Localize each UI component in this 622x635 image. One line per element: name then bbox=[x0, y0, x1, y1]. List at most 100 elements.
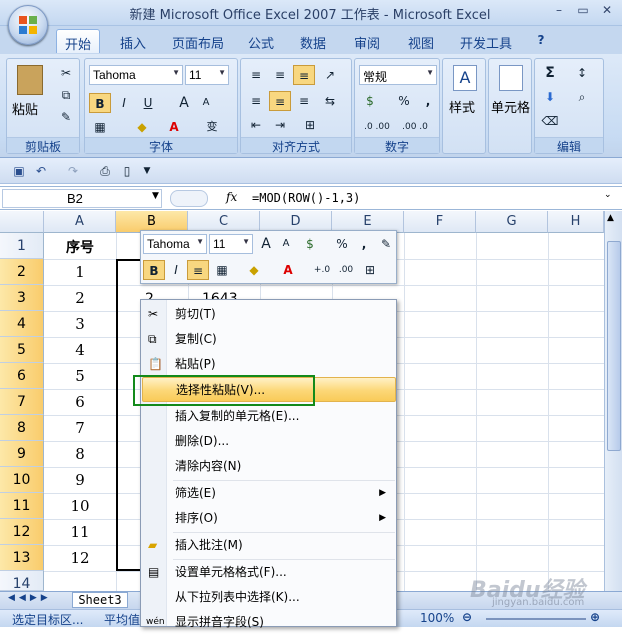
row-header[interactable]: 1 bbox=[0, 233, 44, 259]
currency-icon[interactable]: $ bbox=[299, 234, 321, 254]
menu-item-format-cells[interactable]: ▤ 设置单元格格式(F)... bbox=[142, 560, 396, 585]
help-icon[interactable]: ? bbox=[530, 30, 552, 50]
tab-view[interactable]: 视图 bbox=[400, 29, 442, 53]
styles-button[interactable]: 样式 bbox=[449, 97, 475, 116]
orientation-icon[interactable]: ↗ bbox=[319, 65, 341, 85]
cell-a1[interactable]: 序号 bbox=[45, 237, 115, 257]
undo-icon[interactable]: ↶ bbox=[30, 161, 52, 181]
mini-center-icon[interactable]: ≡ bbox=[187, 260, 209, 280]
column-header-a[interactable]: A bbox=[44, 211, 116, 233]
percent-button[interactable]: % bbox=[393, 91, 415, 111]
sheet-nav-icon[interactable]: ◀◀▶▶ bbox=[8, 593, 52, 603]
copy-icon[interactable]: ⧉ bbox=[55, 85, 77, 105]
column-header-f[interactable]: F bbox=[404, 211, 476, 233]
cell-a[interactable]: 2 bbox=[45, 289, 115, 307]
maximize-button[interactable]: ▭ bbox=[572, 3, 594, 21]
align-top-icon[interactable]: ≡ bbox=[245, 65, 267, 85]
menu-item-cut[interactable]: ✂ 剪切(T) bbox=[142, 302, 396, 327]
cell-a[interactable]: 5 bbox=[45, 367, 115, 385]
row-header[interactable]: 14 bbox=[0, 571, 44, 592]
cell-a[interactable]: 10 bbox=[45, 497, 115, 515]
merge-cells-icon[interactable]: ⊞ bbox=[359, 260, 381, 280]
format-painter-icon[interactable]: ✎ bbox=[55, 107, 77, 127]
shrink-font-button[interactable]: A bbox=[195, 93, 217, 113]
minimize-button[interactable]: – bbox=[548, 3, 570, 21]
bold-button[interactable]: B bbox=[89, 93, 111, 113]
print-preview-icon[interactable]: ⎙ bbox=[94, 161, 116, 181]
vertical-scrollbar[interactable]: ▲ bbox=[604, 211, 622, 591]
cut-icon[interactable]: ✂ bbox=[55, 63, 77, 83]
fill-icon[interactable]: ⬇ bbox=[539, 87, 561, 107]
menu-item-copy[interactable]: ⧉ 复制(C) bbox=[142, 327, 396, 352]
underline-button[interactable]: U bbox=[137, 93, 159, 113]
menu-item-pick-from-list[interactable]: 从下拉列表中选择(K)... bbox=[142, 585, 396, 610]
mini-font-combo[interactable]: Tahoma ▼ bbox=[143, 234, 207, 254]
cell-a[interactable]: 1 bbox=[45, 263, 115, 281]
formula-input[interactable]: =MOD(ROW()-1,3) bbox=[248, 189, 603, 208]
scroll-up-icon[interactable]: ▲ bbox=[607, 213, 614, 223]
italic-button[interactable]: I bbox=[113, 93, 135, 113]
menu-item-clear-contents[interactable]: 清除内容(N) bbox=[142, 454, 396, 479]
tab-data[interactable]: 数据 bbox=[292, 29, 334, 53]
row-header[interactable]: 8 bbox=[0, 415, 44, 441]
phonetic-button[interactable]: 变 bbox=[201, 117, 223, 137]
number-format-combo[interactable]: 常规 ▼ bbox=[359, 65, 437, 85]
menu-item-paste[interactable]: 📋 粘贴(P) bbox=[142, 352, 396, 377]
cell-a[interactable]: 6 bbox=[45, 393, 115, 411]
paste-button[interactable]: 粘贴 bbox=[12, 99, 38, 118]
cells-button[interactable]: 单元格 bbox=[491, 97, 530, 116]
borders-icon[interactable]: ▦ bbox=[89, 117, 111, 137]
zoom-in-icon[interactable]: ⊕ bbox=[590, 610, 600, 624]
mini-size-combo[interactable]: 11 ▼ bbox=[209, 234, 253, 254]
align-middle-icon[interactable]: ≡ bbox=[269, 65, 291, 85]
cell-a[interactable]: 9 bbox=[45, 471, 115, 489]
mini-bold-icon[interactable]: B bbox=[143, 260, 165, 280]
formula-bar-slider[interactable] bbox=[170, 190, 208, 207]
cell-a[interactable]: 8 bbox=[45, 445, 115, 463]
redo-icon[interactable]: ↷ bbox=[62, 161, 84, 181]
align-right-icon[interactable]: ≡ bbox=[293, 91, 315, 111]
wrap-text-icon[interactable]: ⇆ bbox=[319, 91, 341, 111]
name-box[interactable]: B2 bbox=[2, 189, 162, 208]
grow-font-button[interactable]: A bbox=[173, 93, 195, 113]
row-header[interactable]: 13 bbox=[0, 545, 44, 571]
menu-item-delete[interactable]: 删除(D)... bbox=[142, 429, 396, 454]
row-header[interactable]: 6 bbox=[0, 363, 44, 389]
fill-color-icon[interactable]: ◆ bbox=[131, 117, 153, 137]
name-box-dropdown-icon[interactable]: ▼ bbox=[152, 191, 159, 201]
tab-formulas[interactable]: 公式 bbox=[240, 29, 282, 53]
sheet-tab-sheet3[interactable]: Sheet3 bbox=[72, 592, 128, 608]
font-name-combo[interactable]: Tahoma ▼ bbox=[89, 65, 183, 85]
cell-a[interactable]: 4 bbox=[45, 341, 115, 359]
sort-filter-icon[interactable]: ↕ bbox=[571, 63, 593, 83]
fx-icon[interactable]: fx bbox=[226, 190, 237, 204]
decrease-decimal-icon[interactable]: .00 bbox=[335, 260, 357, 280]
decrease-indent-icon[interactable]: ⇤ bbox=[245, 115, 267, 135]
increase-indent-icon[interactable]: ⇥ bbox=[269, 115, 291, 135]
comma-button[interactable]: , bbox=[417, 91, 439, 111]
find-icon[interactable]: ⌕ bbox=[571, 87, 593, 107]
align-center-icon[interactable]: ≡ bbox=[269, 91, 291, 111]
select-all-corner[interactable] bbox=[0, 211, 44, 233]
cell-a[interactable]: 7 bbox=[45, 419, 115, 437]
row-header[interactable]: 11 bbox=[0, 493, 44, 519]
row-header[interactable]: 7 bbox=[0, 389, 44, 415]
mini-comma-button[interactable]: , bbox=[353, 234, 375, 254]
expand-formula-bar-icon[interactable]: ⌄ bbox=[604, 190, 612, 200]
font-color-icon[interactable]: A bbox=[163, 117, 185, 137]
row-header[interactable]: 9 bbox=[0, 441, 44, 467]
row-header[interactable]: 10 bbox=[0, 467, 44, 493]
shrink-font-icon[interactable]: A bbox=[275, 234, 297, 254]
row-header[interactable]: 2 bbox=[0, 259, 44, 285]
cell-a[interactable]: 12 bbox=[45, 549, 115, 567]
scroll-thumb[interactable] bbox=[607, 241, 621, 451]
menu-item-show-phonetic[interactable]: wén 显示拼音字段(S) bbox=[142, 610, 396, 635]
align-left-icon[interactable]: ≡ bbox=[245, 91, 267, 111]
mini-percent-button[interactable]: % bbox=[331, 234, 353, 254]
mini-italic-icon[interactable]: I bbox=[165, 260, 187, 280]
decrease-decimal-button[interactable]: .00 .0 bbox=[397, 117, 433, 137]
zoom-out-icon[interactable]: ⊖ bbox=[462, 610, 472, 624]
increase-decimal-button[interactable]: .0 .00 bbox=[359, 117, 395, 137]
customize-qat-icon[interactable]: ▼ bbox=[136, 161, 158, 181]
save-icon[interactable]: ▣ bbox=[8, 161, 30, 181]
